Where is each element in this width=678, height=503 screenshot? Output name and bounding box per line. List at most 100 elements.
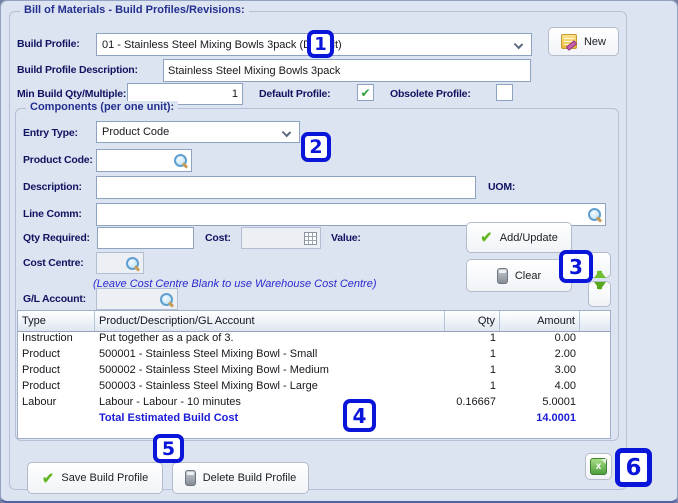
- components-groupbox-legend: Components (per one unit):: [26, 101, 179, 113]
- calculator-grid-icon[interactable]: [304, 231, 317, 245]
- chevron-down-icon: [513, 39, 524, 50]
- cell-description: Put together as a pack of 3.: [99, 332, 234, 344]
- product-code-field[interactable]: [96, 149, 192, 172]
- cell-filler: [580, 332, 610, 348]
- component-description-label: Description:: [23, 181, 82, 193]
- callout-4: 4: [343, 399, 376, 432]
- total-label: Total Estimated Build Cost: [99, 412, 239, 424]
- obsolete-profile-checkbox[interactable]: [496, 84, 513, 101]
- uom-label: UOM:: [488, 181, 516, 193]
- new-button[interactable]: New: [548, 27, 619, 56]
- qty-required-field[interactable]: [97, 227, 194, 249]
- cell-qty: 0.16667: [456, 396, 496, 408]
- bom-build-profiles-window: Bill of Materials - Build Profiles/Revis…: [0, 0, 678, 503]
- cell-qty: 1: [489, 348, 496, 360]
- build-profile-description-label: Build Profile Description:: [17, 64, 138, 76]
- cell-qty: 1: [489, 332, 496, 344]
- cell-amount: 3.00: [554, 364, 576, 376]
- product-code-label: Product Code:: [23, 154, 93, 166]
- check-mark: ✔: [360, 85, 371, 100]
- gl-account-label: G/L Account:: [23, 293, 86, 305]
- table-row[interactable]: Labour Labour - Labour - 10 minutes 0.1666…: [18, 396, 610, 412]
- eraser-icon: [496, 267, 508, 284]
- cell-type: Instruction: [22, 332, 73, 344]
- cost-label: Cost:: [205, 232, 231, 244]
- cell-description: 500003 - Stainless Steel Mixing Bowl - L…: [99, 380, 318, 392]
- cell-type: Product: [22, 364, 60, 376]
- search-icon[interactable]: [587, 207, 602, 222]
- delete-icon: [184, 470, 196, 486]
- callout-1: 1: [307, 30, 334, 58]
- entry-type-select[interactable]: Product Code: [96, 121, 300, 143]
- cell-description: 500001 - Stainless Steel Mixing Bowl - S…: [99, 348, 318, 360]
- move-down-button[interactable]: [588, 281, 611, 307]
- column-header-qty[interactable]: Qty: [445, 311, 500, 331]
- column-header-amount[interactable]: Amount: [500, 311, 580, 331]
- table-row[interactable]: Product 500003 - Stainless Steel Mixing B…: [18, 380, 610, 396]
- qty-required-label: Qty Required:: [23, 232, 90, 244]
- callout-5: 5: [153, 434, 184, 463]
- cell-description: Labour - Labour - 10 minutes: [99, 396, 241, 408]
- search-icon[interactable]: [159, 292, 174, 307]
- cell-amount: 2.00: [554, 348, 576, 360]
- value-label: Value:: [331, 232, 361, 244]
- cell-filler: [580, 364, 610, 380]
- chevron-down-icon: [281, 127, 292, 138]
- table-row[interactable]: Instruction Put together as a pack of 3. 1…: [18, 332, 610, 348]
- clear-button[interactable]: Clear: [466, 259, 572, 292]
- component-description-field[interactable]: [96, 176, 476, 199]
- components-table[interactable]: Type Product/Description/GL Account Qty …: [17, 310, 611, 439]
- cell-type: Labour: [22, 396, 57, 408]
- save-build-profile-label: Save Build Profile: [61, 472, 149, 484]
- delete-build-profile-button[interactable]: Delete Build Profile: [172, 462, 309, 494]
- search-icon[interactable]: [173, 153, 188, 168]
- new-note-icon: [560, 34, 577, 49]
- cell-filler: [580, 412, 610, 428]
- arrow-up-icon: [593, 252, 606, 278]
- cost-field: [241, 227, 321, 249]
- new-button-label: New: [583, 35, 606, 48]
- callout-6: 6: [615, 448, 652, 487]
- entry-type-selected-value: Product Code: [102, 126, 170, 138]
- components-table-header[interactable]: Type Product/Description/GL Account Qty …: [18, 311, 610, 332]
- table-body: Instruction Put together as a pack of 3. 1…: [18, 332, 610, 428]
- cell-filler: [580, 396, 610, 412]
- check-icon: ✔: [41, 469, 55, 487]
- cell-qty: 1: [489, 380, 496, 392]
- cell-qty: 1: [489, 364, 496, 376]
- check-icon: ✔: [480, 229, 493, 246]
- cell-amount: 0.00: [554, 332, 576, 344]
- cell-amount: 4.00: [554, 380, 576, 392]
- clear-button-label: Clear: [514, 269, 542, 282]
- save-build-profile-button[interactable]: ✔ Save Build Profile: [27, 462, 163, 494]
- gl-account-field: [96, 288, 178, 310]
- cell-description: 500002 - Stainless Steel Mixing Bowl - M…: [99, 364, 329, 376]
- cell-filler: [445, 412, 500, 428]
- column-header-type[interactable]: Type: [18, 311, 95, 331]
- table-row[interactable]: Product 500001 - Stainless Steel Mixing B…: [18, 348, 610, 364]
- table-row[interactable]: Product 500002 - Stainless Steel Mixing B…: [18, 364, 610, 380]
- callout-3: 3: [559, 250, 593, 283]
- total-amount: 14.0001: [536, 412, 576, 424]
- line-comm-label: Line Comm:: [23, 208, 82, 220]
- table-total-row: Total Estimated Build Cost 14.0001: [18, 412, 610, 428]
- entry-type-label: Entry Type:: [23, 127, 78, 139]
- add-update-button[interactable]: ✔ Add/Update: [466, 222, 572, 253]
- build-profile-selected-value: 01 - Stainless Steel Mixing Bowls 3pack …: [102, 38, 342, 51]
- cell-type: Product: [22, 348, 60, 360]
- cell-filler: [18, 412, 95, 428]
- column-header-product[interactable]: Product/Description/GL Account: [95, 311, 445, 331]
- default-profile-checkbox[interactable]: ✔: [357, 84, 374, 101]
- build-profile-label: Build Profile:: [17, 38, 80, 50]
- cell-type: Product: [22, 380, 60, 392]
- search-icon[interactable]: [125, 256, 140, 271]
- cell-amount: 5.0001: [542, 396, 576, 408]
- column-header-filler: [580, 311, 610, 331]
- delete-build-profile-label: Delete Build Profile: [202, 472, 297, 484]
- export-excel-button[interactable]: x: [585, 453, 612, 480]
- arrow-down-icon: [593, 281, 606, 307]
- obsolete-profile-label: Obsolete Profile:: [390, 88, 471, 100]
- default-profile-label: Default Profile:: [259, 88, 331, 100]
- bom-groupbox-legend: Bill of Materials - Build Profiles/Revis…: [20, 4, 249, 16]
- build-profile-description-input[interactable]: [163, 59, 531, 82]
